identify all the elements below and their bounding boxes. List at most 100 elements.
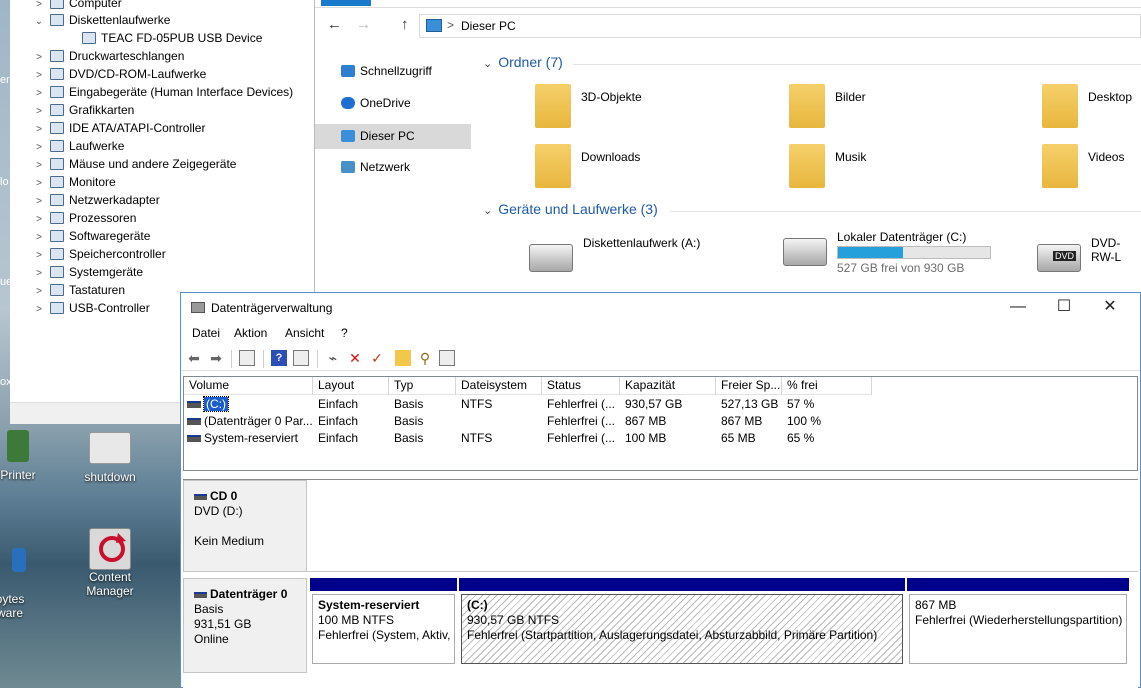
- tree-item-netzwerkadapter[interactable]: > Netzwerkadapter: [32, 191, 160, 209]
- column-header-volume[interactable]: Volume: [184, 377, 313, 395]
- folder-desktop[interactable]: Desktop: [1042, 84, 1141, 134]
- tree-item-speichercontroller[interactable]: > Speichercontroller: [32, 245, 166, 263]
- partition-recovery[interactable]: 867 MB Fehlerfrei (Wiederherstellungspar…: [907, 578, 1129, 666]
- column-header-typ[interactable]: Typ: [389, 377, 456, 395]
- disk-state: Online: [194, 632, 229, 646]
- disk-row-cd0[interactable]: CD 0 DVD (D:) Kein Medium: [183, 480, 1138, 572]
- disk-info-cd0[interactable]: CD 0 DVD (D:) Kein Medium: [183, 480, 307, 572]
- check-icon[interactable]: ✓: [369, 350, 385, 366]
- tree-item-ide[interactable]: > IDE ATA/ATAPI-Controller: [32, 119, 205, 137]
- tree-item-prozessoren[interactable]: > Prozessoren: [32, 209, 136, 227]
- delete-icon[interactable]: ✕: [347, 350, 363, 366]
- folder-up-icon[interactable]: [395, 350, 411, 366]
- monitor-icon: [50, 176, 64, 188]
- minimize-button[interactable]: —: [995, 293, 1041, 323]
- partition-title: (C:): [467, 598, 488, 612]
- drive-local-c[interactable]: Lokaler Datenträger (C:) 527 GB frei von…: [783, 230, 1013, 280]
- drive-floppy-a[interactable]: Diskettenlaufwerk (A:): [529, 236, 729, 286]
- up-button[interactable]: ↑: [401, 16, 409, 33]
- forward-arrow-icon[interactable]: ➡: [208, 350, 224, 366]
- drive-dvd[interactable]: DVD DVD-RW-L: [1037, 236, 1141, 286]
- column-header-freier-speicher[interactable]: Freier Sp...: [716, 377, 782, 395]
- forward-button[interactable]: →: [356, 16, 371, 33]
- connect-icon[interactable]: ⌁: [325, 350, 341, 366]
- tree-item-softwaregeraete[interactable]: > Softwaregeräte: [32, 227, 150, 245]
- tree-item-usb[interactable]: > USB-Controller: [32, 299, 150, 317]
- folder-3d-objects[interactable]: 3D-Objekte: [535, 84, 735, 134]
- close-button[interactable]: ✕: [1087, 293, 1133, 323]
- toolbar-separator: [231, 350, 232, 368]
- menu-help[interactable]: ?: [341, 326, 348, 340]
- nav-item-onedrive[interactable]: OneDrive: [315, 91, 471, 116]
- tree-item-tastaturen[interactable]: > Tastaturen: [32, 281, 125, 299]
- disk-name: CD 0: [210, 489, 238, 503]
- graphical-view: CD 0 DVD (D:) Kein Medium Datenträger 0 …: [183, 479, 1138, 688]
- chevron-down-icon[interactable]: ⌄: [32, 13, 46, 31]
- folder-music[interactable]: Musik: [789, 144, 989, 194]
- breadcrumb-location[interactable]: Dieser PC: [461, 19, 516, 33]
- menu-datei[interactable]: Datei: [192, 326, 220, 340]
- hard-disk-icon: [194, 591, 207, 598]
- chevron-down-icon: ⌄: [483, 205, 493, 217]
- tree-item-maeuse[interactable]: > Mäuse und andere Zeigegeräte: [32, 155, 236, 173]
- table-row[interactable]: System-reserviert Einfach Basis NTFS Feh…: [184, 430, 1137, 447]
- column-header-status[interactable]: Status: [542, 377, 620, 395]
- tree-item-laufwerke[interactable]: > Laufwerke: [32, 137, 124, 155]
- disk-row-disk0[interactable]: Datenträger 0 Basis 931,51 GB Online Sys…: [183, 578, 1138, 673]
- floppy-drive-icon: [50, 14, 64, 26]
- view-icon[interactable]: [439, 350, 455, 366]
- floppy-drive-icon: [529, 244, 573, 272]
- tree-item-grafikkarten[interactable]: > Grafikkarten: [32, 101, 134, 119]
- partition-c[interactable]: (C:) 930,57 GB NTFS Fehlerfrei (Startpar…: [459, 578, 905, 666]
- printer-icon: [7, 430, 29, 462]
- tree-item-teac[interactable]: TEAC FD-05PUB USB Device: [61, 29, 262, 47]
- disk-management-window: Datenträgerverwaltung — ☐ ✕ Datei Aktion…: [180, 292, 1141, 688]
- tree-item-monitore[interactable]: > Monitore: [32, 173, 116, 191]
- folders-group-header[interactable]: ⌄ Ordner (7): [483, 54, 563, 70]
- desktop-icon-content-manager[interactable]: Content Manager: [70, 528, 150, 598]
- desktop-icon-bytes[interactable]: bytes ware: [0, 534, 50, 620]
- column-header-layout[interactable]: Layout: [313, 377, 389, 395]
- ribbon-tab-file[interactable]: [321, 0, 371, 6]
- title-bar[interactable]: Datenträgerverwaltung — ☐ ✕: [181, 293, 1140, 323]
- desktop-icon-printer[interactable]: Printer: [0, 430, 58, 482]
- column-header-prozent-frei[interactable]: % frei: [782, 377, 872, 395]
- nav-item-this-pc[interactable]: Dieser PC: [315, 124, 471, 149]
- folder-pictures[interactable]: Bilder: [789, 84, 989, 134]
- menu-aktion[interactable]: Aktion: [234, 326, 267, 340]
- toolbar-separator: [263, 350, 264, 368]
- tree-item-druckwarteschlangen[interactable]: > Druckwarteschlangen: [32, 47, 184, 65]
- table-row[interactable]: (Datenträger 0 Par... Einfach Basis Fehl…: [184, 413, 1137, 430]
- maximize-button[interactable]: ☐: [1041, 293, 1087, 323]
- column-header-kapazitaet[interactable]: Kapazität: [620, 377, 716, 395]
- search-icon[interactable]: ⚲: [417, 350, 433, 366]
- tree-item-systemgeraete[interactable]: > Systemgeräte: [32, 263, 143, 281]
- desktop-icon-label: Printer: [0, 468, 36, 482]
- tree-item-diskettenlaufwerke[interactable]: ⌄ Diskettenlaufwerke: [32, 11, 171, 31]
- nav-item-quick-access[interactable]: Schnellzugriff: [315, 59, 471, 84]
- ide-controller-icon: [50, 122, 64, 134]
- music-folder-icon: [789, 144, 825, 188]
- address-bar[interactable]: > Dieser PC: [419, 14, 1141, 38]
- tree-item-dvd[interactable]: > DVD/CD-ROM-Laufwerke: [32, 65, 206, 83]
- console-tree-icon[interactable]: [239, 350, 255, 366]
- content-manager-icon: [89, 528, 131, 570]
- back-arrow-icon[interactable]: ⬅: [186, 350, 202, 366]
- menu-ansicht[interactable]: Ansicht: [285, 326, 324, 340]
- disk-type: Basis: [194, 602, 224, 616]
- properties-icon[interactable]: [293, 350, 309, 366]
- tree-item-eingabegeraete[interactable]: > Eingabegeräte (Human Interface Devices): [32, 83, 293, 101]
- chevron-right-icon[interactable]: >: [32, 301, 46, 319]
- folder-downloads[interactable]: Downloads: [535, 144, 735, 194]
- folder-videos[interactable]: Videos: [1042, 144, 1141, 194]
- desktop-icon-shutdown[interactable]: shutdown: [70, 432, 150, 484]
- help-icon[interactable]: ?: [271, 350, 287, 366]
- nav-item-network[interactable]: Netzwerk: [315, 155, 471, 180]
- breadcrumb-separator: >: [447, 18, 455, 32]
- disk-info-disk0[interactable]: Datenträger 0 Basis 931,51 GB Online: [183, 578, 307, 673]
- column-header-dateisystem[interactable]: Dateisystem: [456, 377, 542, 395]
- drives-group-header[interactable]: ⌄ Geräte und Laufwerke (3): [483, 201, 658, 217]
- back-button[interactable]: ←: [327, 16, 342, 33]
- partition-system-reserved[interactable]: System-reserviert 100 MB NTFS Fehlerfrei…: [310, 578, 457, 666]
- table-row[interactable]: (C:) Einfach Basis NTFS Fehlerfrei (... …: [184, 396, 1137, 413]
